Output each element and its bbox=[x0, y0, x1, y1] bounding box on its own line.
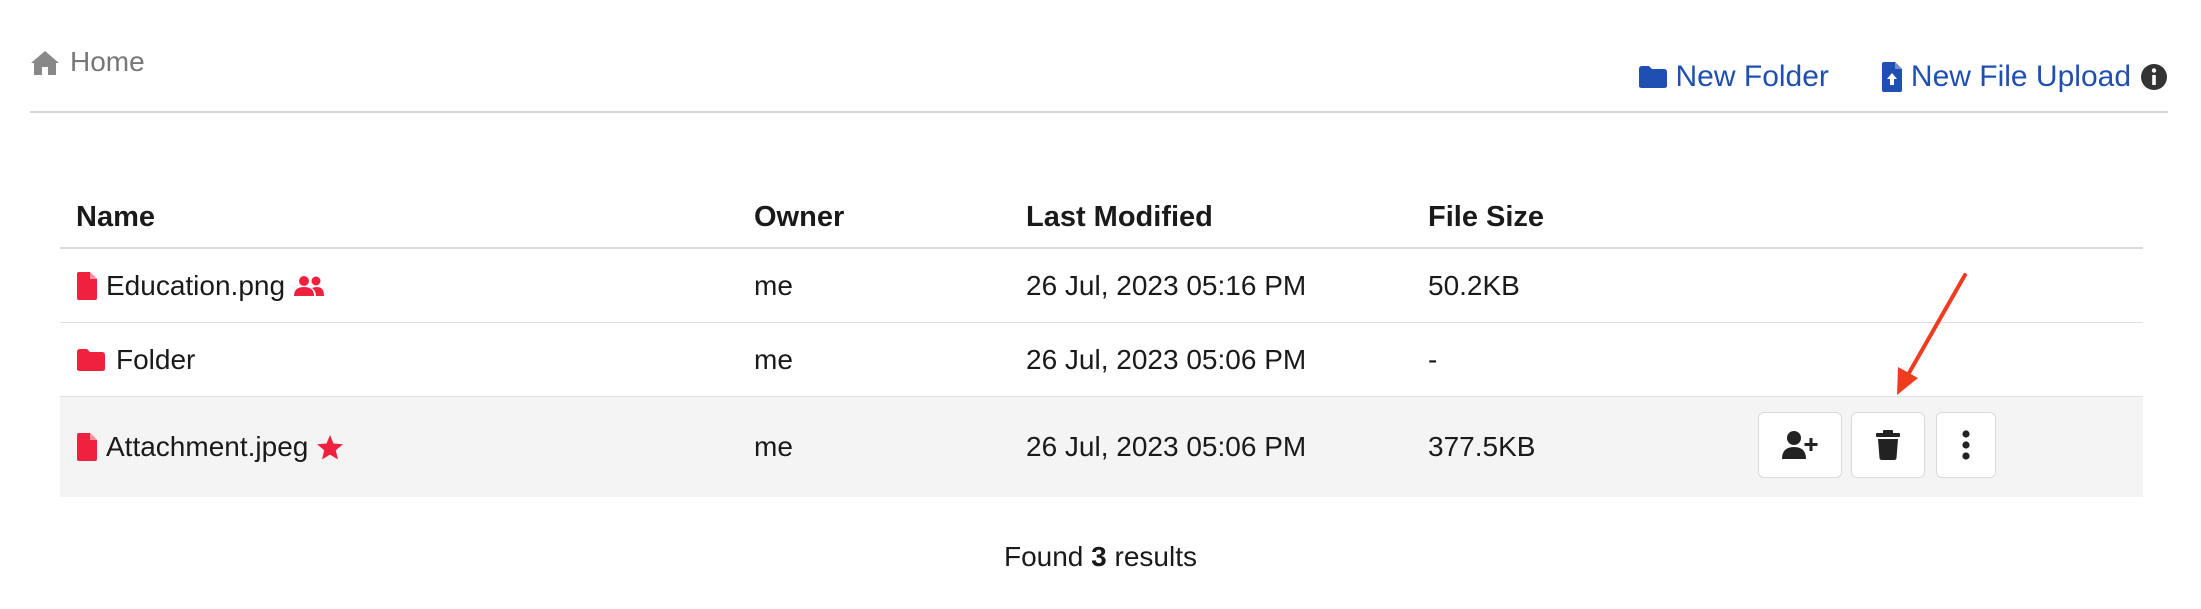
new-folder-label: New Folder bbox=[1675, 60, 1829, 93]
table-row[interactable]: Folder me 26 Jul, 2023 05:06 PM - bbox=[60, 323, 2143, 397]
new-file-upload-label: New File Upload bbox=[1910, 60, 2131, 93]
file-icon bbox=[77, 433, 97, 461]
more-vertical-icon bbox=[1962, 430, 1970, 460]
owner-cell: me bbox=[754, 269, 793, 301]
results-summary: Found 3 results bbox=[0, 541, 2201, 573]
table-header: Name Owner Last Modified File Size bbox=[60, 180, 2143, 249]
shared-users-icon bbox=[294, 275, 325, 296]
row-action-buttons bbox=[1758, 412, 1996, 478]
file-size-cell: - bbox=[1428, 343, 1438, 375]
file-name[interactable]: Attachment.jpeg bbox=[106, 431, 308, 463]
last-modified-cell: 26 Jul, 2023 05:06 PM bbox=[1026, 431, 1307, 462]
results-prefix: Found bbox=[1003, 541, 1084, 572]
file-size-cell: 377.5KB bbox=[1428, 431, 1536, 462]
top-bar: Home New Folder New File Upload bbox=[30, 0, 2168, 113]
results-suffix: results bbox=[1114, 541, 1197, 572]
last-modified-cell: 26 Jul, 2023 05:06 PM bbox=[1026, 343, 1307, 375]
delete-button[interactable] bbox=[1851, 412, 1925, 478]
file-table: Name Owner Last Modified File Size Educa… bbox=[60, 180, 2143, 497]
file-icon bbox=[77, 271, 97, 300]
more-options-button[interactable] bbox=[1936, 412, 1996, 478]
folder-icon bbox=[1638, 66, 1667, 88]
file-size-cell: 50.2KB bbox=[1428, 269, 1520, 301]
header-last-modified[interactable]: Last Modified bbox=[1026, 180, 1213, 251]
trash-icon bbox=[1876, 430, 1900, 460]
file-name[interactable]: Education.png bbox=[106, 270, 285, 302]
last-modified-cell: 26 Jul, 2023 05:16 PM bbox=[1026, 269, 1307, 301]
folder-name[interactable]: Folder bbox=[116, 344, 195, 376]
header-name[interactable]: Name bbox=[76, 180, 155, 251]
star-icon[interactable] bbox=[316, 434, 344, 461]
info-icon[interactable] bbox=[2140, 63, 2168, 91]
results-count: 3 bbox=[1091, 541, 1107, 572]
breadcrumb[interactable]: Home bbox=[30, 46, 145, 78]
folder-icon bbox=[77, 348, 105, 371]
toolbar-actions: New Folder New File Upload bbox=[1638, 60, 2168, 94]
home-icon bbox=[31, 50, 59, 75]
owner-cell: me bbox=[754, 431, 793, 462]
name-cell: Folder bbox=[76, 323, 195, 396]
new-folder-button[interactable]: New Folder bbox=[1638, 60, 1829, 94]
share-user-icon bbox=[1782, 431, 1818, 459]
table-row[interactable]: Education.png me 26 Jul, 2023 05:16 PM 5… bbox=[60, 249, 2143, 323]
header-owner[interactable]: Owner bbox=[754, 180, 844, 251]
name-cell: Attachment.jpeg bbox=[76, 397, 344, 497]
new-file-upload-button[interactable]: New File Upload bbox=[1881, 60, 2131, 94]
file-upload-icon bbox=[1881, 62, 1902, 92]
table-row-selected[interactable]: Attachment.jpeg me 26 Jul, 2023 05:06 PM… bbox=[60, 397, 2143, 497]
name-cell: Education.png bbox=[76, 249, 325, 322]
share-button[interactable] bbox=[1758, 412, 1842, 478]
header-file-size[interactable]: File Size bbox=[1428, 180, 1544, 251]
breadcrumb-home[interactable]: Home bbox=[70, 46, 145, 78]
owner-cell: me bbox=[754, 343, 793, 375]
